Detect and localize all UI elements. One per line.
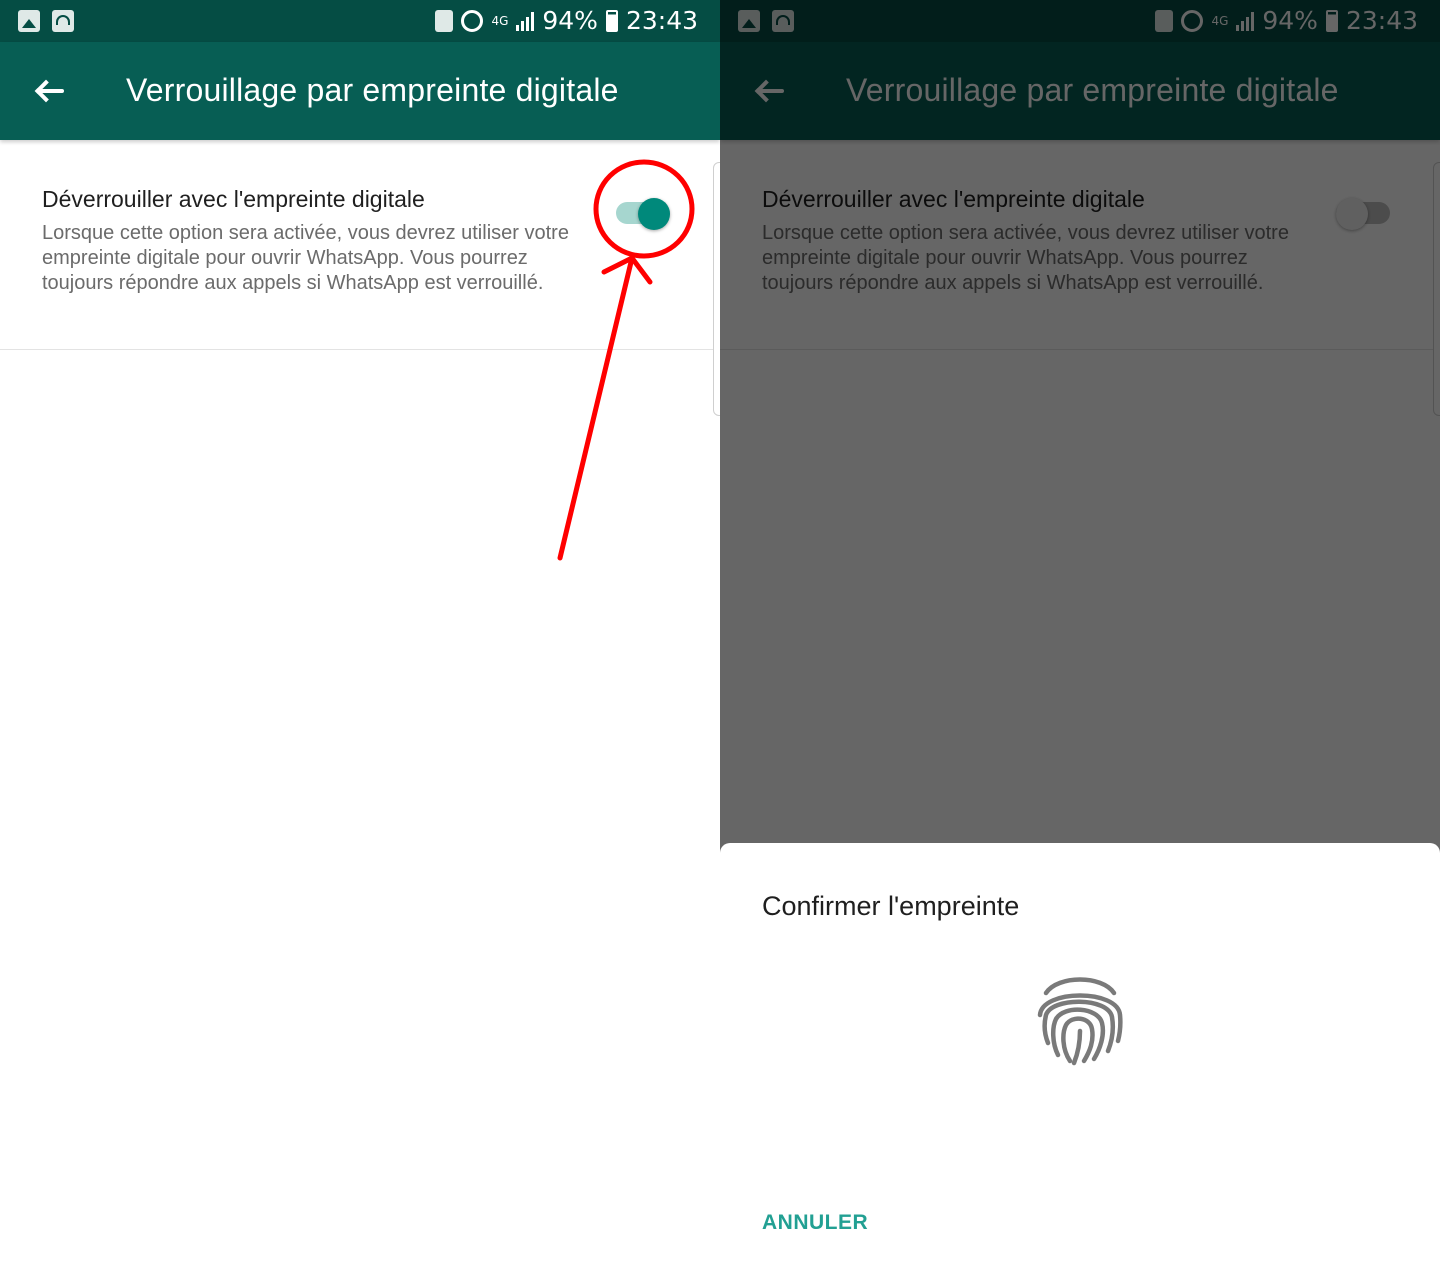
setting-description: Lorsque cette option sera activée, vous … [42,222,569,294]
right-screen: 4G 94% 23:43 Verrouillage par empreinte … [720,0,1440,1280]
signal-icon [516,11,535,31]
wifi-hotspot-icon [52,10,74,32]
app-bar: Verrouillage par empreinte digitale [0,42,720,140]
toggle-thumb [638,198,670,230]
fingerprint-setting-row[interactable]: Déverrouiller avec l'empreinte digitale … [0,140,720,350]
left-screen: 4G 94% 23:43 Verrouillage par empreinte … [0,0,720,1280]
scroll-edge [713,162,720,416]
page-title: Verrouillage par empreinte digitale [126,72,619,108]
fingerprint-icon [1037,977,1123,1066]
status-bar: 4G 94% 23:43 [0,0,720,42]
gallery-icon [18,10,40,32]
setting-title: Déverrouiller avec l'empreinte digitale [42,186,425,212]
network-type: 4G [491,13,509,28]
dialog-title: Confirmer l'empreinte [762,891,1020,921]
battery-saver-icon [435,9,454,32]
arrow-back-icon[interactable] [34,73,64,109]
alarm-icon [461,9,484,32]
clock: 23:43 [625,6,698,35]
fingerprint-toggle[interactable] [616,198,674,230]
fingerprint-dialog: Confirmer l'empreinte ANNULER [720,843,1440,1280]
battery-charging-icon [605,9,618,32]
cancel-button[interactable]: ANNULER [762,1211,868,1235]
battery-percent: 94% [542,6,598,35]
